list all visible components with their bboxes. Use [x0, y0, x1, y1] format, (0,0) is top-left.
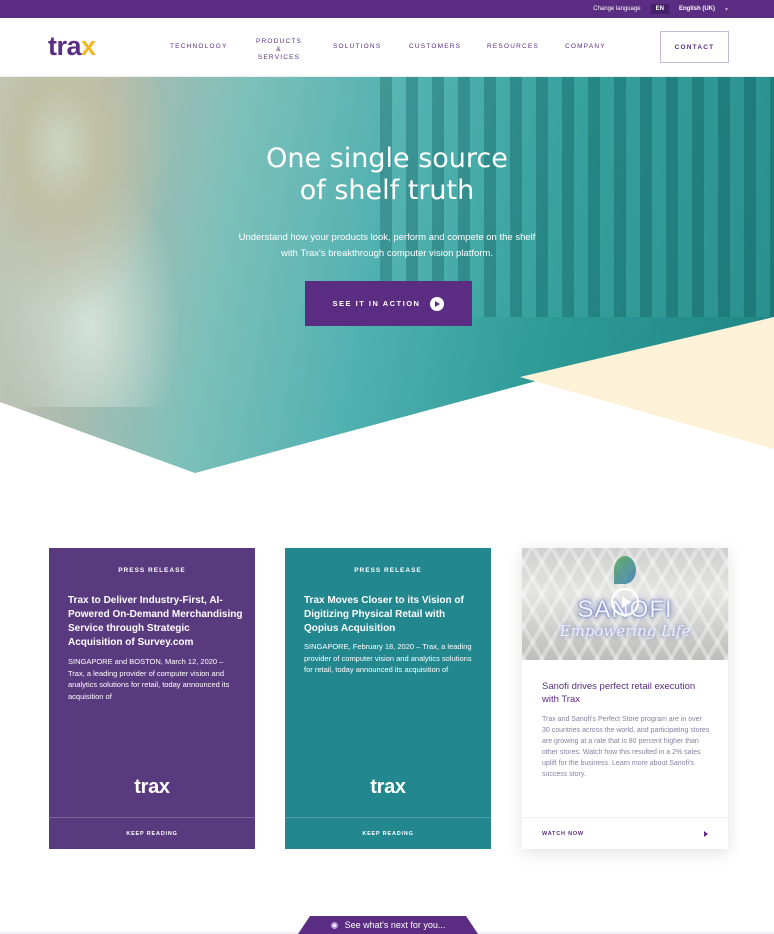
nav-customers[interactable]: CUSTOMERS: [409, 43, 461, 51]
logo-x: x: [81, 31, 96, 61]
hero-tint-overlay: [0, 77, 774, 473]
card-title[interactable]: Sanofi drives perfect retail execution w…: [542, 680, 712, 706]
video-card-sanofi[interactable]: SANOFI Empowering Life Sanofi drives per…: [522, 548, 728, 849]
whats-next-tab[interactable]: See what's next for you...: [298, 916, 478, 934]
watch-now-label: WATCH NOW: [542, 830, 584, 837]
keep-reading-link[interactable]: KEEP READING: [49, 817, 255, 849]
nav-company[interactable]: COMPANY: [565, 43, 606, 51]
arrow-right-icon: [704, 830, 708, 837]
hero-subtitle: Understand how your products look, perfo…: [0, 230, 774, 262]
whats-next-label: See what's next for you...: [344, 920, 446, 930]
press-release-card-1[interactable]: PRESS RELEASE Trax to Deliver Industry-F…: [49, 548, 255, 849]
hero-section: One single source of shelf truth Underst…: [0, 77, 774, 477]
language-code-badge[interactable]: EN: [650, 4, 669, 14]
press-release-card-2[interactable]: PRESS RELEASE Trax Moves Closer to its V…: [285, 548, 491, 849]
trax-logo[interactable]: trax: [48, 31, 96, 61]
video-thumbnail[interactable]: SANOFI Empowering Life: [522, 548, 728, 660]
hero-title-line-1: One single source: [266, 143, 508, 174]
trax-card-logo: trax: [134, 776, 170, 798]
play-icon: [430, 296, 445, 311]
change-language-label: Change language: [593, 6, 641, 12]
card-kicker: PRESS RELEASE: [354, 567, 422, 574]
nav-technology[interactable]: TECHNOLOGY: [170, 43, 228, 51]
card-body: SINGAPORE, February 18, 2020 – Trax, a l…: [304, 642, 472, 674]
cta-label: SEE IT IN ACTION: [332, 299, 421, 308]
nav-resources[interactable]: RESOURCES: [487, 43, 539, 51]
top-utility-bar: Change language EN English (UK) ▾: [0, 0, 774, 18]
hero-title-line-2: of shelf truth: [299, 175, 475, 206]
hero-title: One single source of shelf truth: [0, 143, 774, 207]
card-kicker: PRESS RELEASE: [118, 567, 186, 574]
card-title[interactable]: Trax to Deliver Industry-First, AI-Power…: [68, 594, 243, 650]
sanofi-tagline: Empowering Life: [559, 622, 691, 640]
trax-card-logo: trax: [370, 776, 406, 798]
card-body: SINGAPORE and BOSTON, March 12, 2020 – T…: [68, 657, 230, 701]
keep-reading-link[interactable]: KEEP READING: [285, 817, 491, 849]
radio-dot-icon: [330, 921, 338, 929]
see-it-in-action-button[interactable]: SEE IT IN ACTION: [305, 281, 472, 326]
nav-solutions[interactable]: SOLUTIONS: [333, 43, 381, 51]
nav-products-services[interactable]: PRODUCTS & SERVICES: [256, 38, 302, 62]
play-video-icon[interactable]: [611, 588, 639, 616]
sanofi-leaf-icon: [614, 556, 636, 584]
hero-subtitle-line-1: Understand how your products look, perfo…: [238, 232, 536, 243]
logo-text: tra: [48, 31, 82, 61]
watch-now-link[interactable]: WATCH NOW: [522, 817, 728, 849]
card-title[interactable]: Trax Moves Closer to its Vision of Digit…: [304, 594, 479, 636]
chevron-down-icon[interactable]: ▾: [725, 6, 728, 13]
language-select[interactable]: English (UK): [679, 6, 715, 12]
hero-subtitle-line-2: with Trax's breakthrough computer vision…: [281, 248, 493, 259]
contact-button[interactable]: CONTACT: [660, 31, 729, 63]
card-body: Trax and Sanofi's Perfect Store program …: [542, 716, 710, 778]
site-header: trax TECHNOLOGY PRODUCTS & SERVICES SOLU…: [0, 18, 774, 77]
